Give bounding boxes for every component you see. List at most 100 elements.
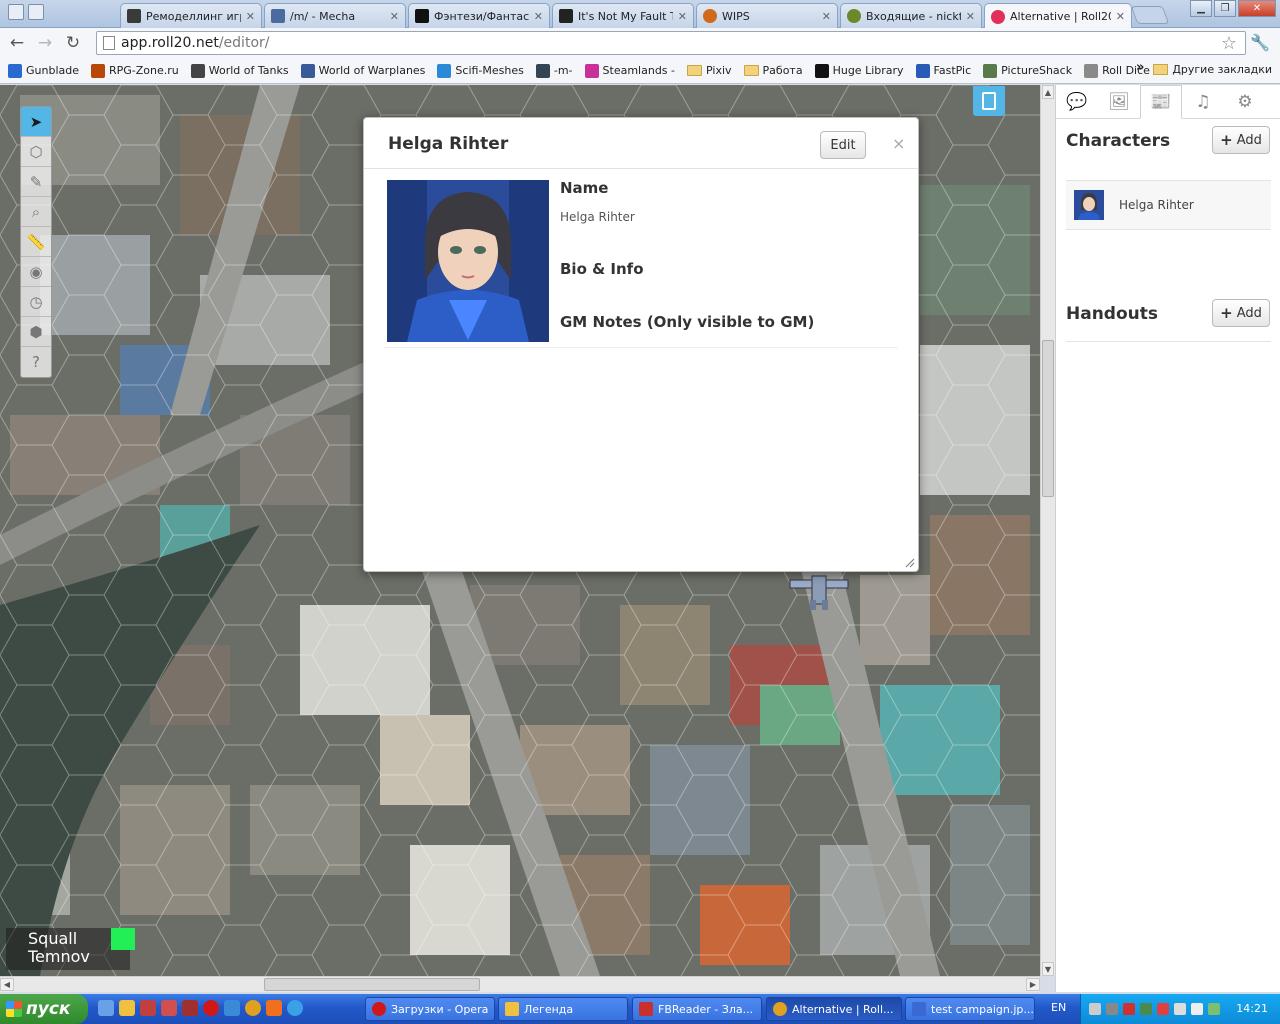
tab-chat[interactable]: 💬 bbox=[1056, 85, 1098, 119]
tray-icon[interactable] bbox=[1140, 1003, 1152, 1015]
window-close-button[interactable]: ✕ bbox=[1238, 0, 1276, 17]
close-icon[interactable]: ✕ bbox=[966, 10, 975, 23]
tray-icon[interactable] bbox=[1208, 1003, 1220, 1015]
zoom-tool[interactable]: ⌕ bbox=[21, 197, 51, 227]
map-horizontal-scrollbar[interactable]: ◀ ▶ bbox=[0, 976, 1040, 992]
browser-tab-6[interactable]: Alternative | Roll20 ✕ bbox=[984, 3, 1132, 29]
measure-tool[interactable]: 📏 bbox=[21, 227, 51, 257]
tray-icon[interactable] bbox=[1174, 1003, 1186, 1015]
close-icon[interactable]: ✕ bbox=[678, 10, 687, 23]
bookmark-huge-library[interactable]: Huge Library bbox=[814, 63, 904, 78]
layer-tool[interactable]: ⬡ bbox=[21, 137, 51, 167]
folder-icon bbox=[743, 65, 759, 76]
app-icon[interactable] bbox=[161, 1000, 177, 1016]
bookmark-pictureshack[interactable]: PictureShack bbox=[983, 63, 1072, 78]
bookmark-folder-pixiv[interactable]: Pixiv bbox=[687, 64, 732, 77]
taskbar-item-image-viewer[interactable]: test campaign.jp... bbox=[905, 997, 1035, 1021]
address-bar[interactable]: app.roll20.net/editor/ ☆ bbox=[96, 31, 1246, 55]
taskbar-item-legend[interactable]: Легенда bbox=[498, 997, 628, 1021]
dice-tool[interactable]: ⬢ bbox=[21, 317, 51, 347]
tab-jukebox[interactable]: ♫ bbox=[1182, 85, 1224, 119]
turn-tracker-tool[interactable]: ◷ bbox=[21, 287, 51, 317]
bookmark-gunblade[interactable]: Gunblade bbox=[8, 63, 79, 78]
tray-icon[interactable] bbox=[1106, 1003, 1118, 1015]
bookmark-steamlands[interactable]: Steamlands - bbox=[584, 63, 675, 78]
tray-icon[interactable] bbox=[1089, 1003, 1101, 1015]
scroll-right-arrow[interactable]: ▶ bbox=[1026, 978, 1040, 991]
maximize-button[interactable]: ❐ bbox=[1214, 0, 1236, 17]
tab-settings[interactable]: ⚙ bbox=[1224, 85, 1266, 119]
volume-icon[interactable] bbox=[1191, 1003, 1203, 1015]
taskbar-item-fbreader[interactable]: FBReader - Зла... bbox=[632, 997, 762, 1021]
character-list-item[interactable]: Helga Rihter bbox=[1066, 180, 1271, 230]
close-icon[interactable]: × bbox=[892, 134, 905, 153]
opera-icon[interactable] bbox=[203, 1000, 219, 1016]
bookmarks-overflow-button[interactable]: » bbox=[1136, 60, 1144, 75]
forward-button[interactable]: → bbox=[34, 32, 56, 54]
window-menu-icon[interactable] bbox=[8, 4, 48, 24]
star-icon[interactable]: ☆ bbox=[1221, 33, 1237, 54]
bookmark-folder-work[interactable]: Работа bbox=[743, 64, 803, 77]
plus-icon: + bbox=[1220, 131, 1233, 149]
draw-tool[interactable]: ✎ bbox=[21, 167, 51, 197]
bookmark-scifi-meshes[interactable]: Scifi-Meshes bbox=[437, 63, 524, 78]
wrench-icon[interactable]: 🔧 bbox=[1250, 33, 1270, 52]
tab-title: Входящие - nicktse bbox=[866, 9, 961, 23]
browser-tab-2[interactable]: Фэнтези/Фантасти ✕ bbox=[408, 3, 550, 28]
other-bookmarks-folder[interactable]: Другие закладки bbox=[1153, 63, 1272, 76]
browser-tab-5[interactable]: Входящие - nicktse ✕ bbox=[840, 3, 982, 28]
mecha-token[interactable] bbox=[786, 570, 852, 610]
folder-icon[interactable] bbox=[119, 1000, 135, 1016]
close-icon[interactable]: ✕ bbox=[390, 10, 399, 23]
tray-icon[interactable] bbox=[1157, 1003, 1169, 1015]
browser-tab-4[interactable]: WIPS ✕ bbox=[696, 3, 838, 28]
help-tool[interactable]: ? bbox=[21, 347, 51, 377]
fog-tool[interactable]: ◉ bbox=[21, 257, 51, 287]
language-indicator[interactable]: EN bbox=[1051, 1001, 1066, 1014]
page-toolbar-toggle[interactable] bbox=[973, 86, 1005, 116]
taskbar-item-chrome[interactable]: Alternative | Roll... bbox=[766, 997, 902, 1021]
select-tool[interactable]: ➤ bbox=[21, 107, 51, 137]
bookmark-m[interactable]: -m- bbox=[535, 63, 573, 78]
back-button[interactable]: ← bbox=[6, 32, 28, 54]
close-icon[interactable]: ✕ bbox=[246, 10, 255, 23]
browser-tab-1[interactable]: /m/ - Mecha ✕ bbox=[264, 3, 406, 28]
desktop-icon[interactable] bbox=[98, 1000, 114, 1016]
scroll-left-arrow[interactable]: ◀ bbox=[0, 978, 14, 991]
scroll-thumb[interactable] bbox=[264, 978, 480, 991]
new-tab-button[interactable] bbox=[1130, 6, 1170, 24]
add-character-button[interactable]: + Add bbox=[1212, 126, 1270, 154]
close-icon[interactable]: ✕ bbox=[822, 10, 831, 23]
scroll-up-arrow[interactable]: ▲ bbox=[1042, 85, 1054, 99]
resize-handle-icon[interactable] bbox=[905, 558, 915, 568]
scroll-down-arrow[interactable]: ▼ bbox=[1042, 962, 1054, 976]
bookmark-fastpic[interactable]: FastPic bbox=[915, 63, 971, 78]
minimize-button[interactable]: ▁ bbox=[1190, 0, 1212, 17]
scroll-thumb[interactable] bbox=[1042, 340, 1054, 497]
add-handout-button[interactable]: + Add bbox=[1212, 299, 1270, 327]
tab-journal[interactable]: 📰 bbox=[1140, 85, 1182, 119]
bookmark-world-of-warplanes[interactable]: World of Warplanes bbox=[300, 63, 425, 78]
app-icon[interactable] bbox=[266, 1000, 282, 1016]
close-icon[interactable]: ✕ bbox=[534, 10, 543, 23]
browser-tab-3[interactable]: It's Not My Fault Th ✕ bbox=[552, 3, 694, 28]
windows-logo-icon bbox=[6, 1001, 22, 1017]
app-icon[interactable] bbox=[140, 1000, 156, 1016]
ie-icon[interactable] bbox=[287, 1000, 303, 1016]
tray-icon[interactable] bbox=[1123, 1003, 1135, 1015]
app-icon[interactable] bbox=[182, 1000, 198, 1016]
close-icon[interactable]: ✕ bbox=[1116, 10, 1125, 23]
chrome-icon[interactable] bbox=[245, 1000, 261, 1016]
edit-button[interactable]: Edit bbox=[820, 131, 866, 159]
start-button[interactable]: пуск bbox=[0, 994, 88, 1024]
app-icon[interactable] bbox=[224, 1000, 240, 1016]
clock[interactable]: 14:21 bbox=[1236, 1002, 1268, 1015]
tab-art-library[interactable]: 🖼 bbox=[1098, 85, 1140, 119]
bookmark-world-of-tanks[interactable]: World of Tanks bbox=[190, 63, 289, 78]
reload-button[interactable]: ↻ bbox=[62, 32, 84, 54]
map-vertical-scrollbar[interactable]: ▲ ▼ bbox=[1040, 85, 1055, 976]
image-icon: 🖼 bbox=[1108, 92, 1130, 112]
taskbar-item-opera[interactable]: Загрузки - Opera bbox=[365, 997, 495, 1021]
bookmark-rpg-zone[interactable]: RPG-Zone.ru bbox=[91, 63, 179, 78]
browser-tab-0[interactable]: Ремоделлинг игрог ✕ bbox=[120, 3, 262, 28]
